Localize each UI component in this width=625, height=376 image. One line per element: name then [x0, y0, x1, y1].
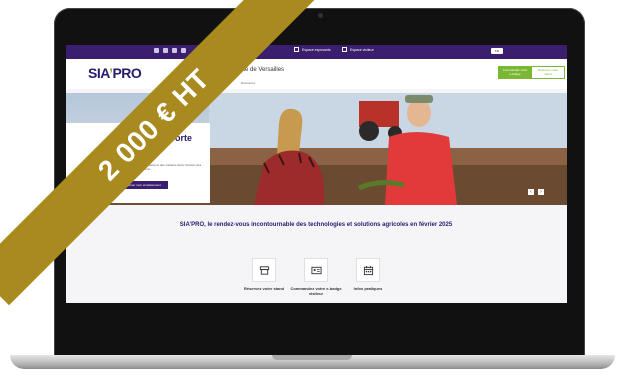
quick-link-label: Infos pratiques [353, 286, 383, 291]
laptop-notch [272, 355, 352, 360]
linkedin-icon[interactable] [154, 48, 159, 53]
top-bar: Espace exposants Espace visiteur FR [66, 45, 567, 59]
hero-text: …rendez-vous des exposants et des visite… [116, 163, 202, 171]
farmers-photo [209, 93, 567, 205]
quick-link-info[interactable]: Infos pratiques [338, 258, 398, 291]
sia-pro-logo[interactable]: SIA’PRO [88, 65, 142, 81]
quick-link-label: Commandez votre e-badge visiteur [290, 286, 342, 296]
hero-title: …au Parc… Porte de… [116, 133, 193, 153]
exhibitor-space-label: Espace exposants [302, 47, 331, 52]
carousel-next-button[interactable]: › [538, 189, 544, 195]
quick-link-label: Réservez votre stand [243, 286, 285, 291]
logo-end: PRO [112, 65, 142, 81]
carousel-prev-button[interactable]: ‹ [528, 189, 534, 195]
social-links [154, 48, 186, 53]
tagline: SIA’PRO, le rendez-vous incontournable d… [179, 222, 453, 228]
visitor-space-link[interactable]: Espace visiteur [342, 47, 374, 52]
site-header: SIA’PRO Porte de Versailles Découvrez Co… [66, 59, 567, 89]
briefcase-icon [294, 47, 299, 52]
discover-label: Découvrez [241, 81, 256, 85]
facebook-icon[interactable] [163, 48, 168, 53]
hero-banner: …au Parc… Porte de… …rendez-vous des exp… [66, 93, 567, 205]
logo-main: SIA [88, 65, 110, 81]
camera [317, 13, 323, 18]
badge-icon [304, 258, 328, 282]
instagram-icon[interactable] [172, 48, 177, 53]
x-icon[interactable] [181, 48, 186, 53]
quick-link-badge[interactable]: Commandez votre e-badge visiteur [286, 258, 346, 296]
pencil-icon [342, 47, 347, 52]
visitor-space-label: Espace visiteur [350, 47, 374, 52]
order-badge-button[interactable]: Commandez votre e-badge [498, 66, 532, 79]
hero-cta-button[interactable]: Réserver mon emplacement [116, 181, 168, 189]
hero-card: …au Parc… Porte de… …rendez-vous des exp… [66, 123, 210, 203]
location-label: Porte de Versailles [234, 67, 285, 73]
language-select[interactable]: FR [491, 48, 503, 54]
calendar-icon [356, 258, 380, 282]
book-stand-button[interactable]: Réservez votre stand [531, 66, 565, 79]
quick-link-stand[interactable]: Réservez votre stand [234, 258, 294, 291]
exhibitor-space-link[interactable]: Espace exposants [294, 47, 331, 52]
website-screen: Espace exposants Espace visiteur FR SIA’… [66, 45, 567, 303]
stand-icon [252, 258, 276, 282]
